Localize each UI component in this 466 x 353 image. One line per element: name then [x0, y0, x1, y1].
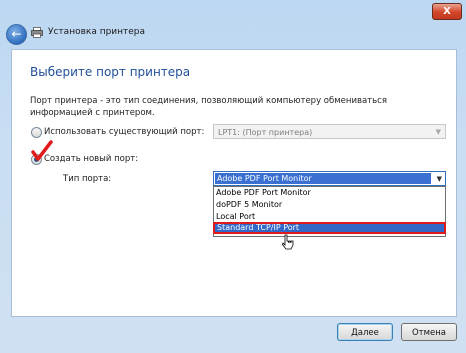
cancel-button[interactable]: Отмена: [401, 323, 457, 341]
chevron-down-icon[interactable]: ▼: [437, 172, 442, 187]
port-type-dropdown: Adobe PDF Port Monitor doPDF 5 Monitor L…: [213, 186, 446, 237]
port-type-combo[interactable]: Adobe PDF Port Monitor ▼: [213, 171, 446, 186]
dropdown-option-adobe[interactable]: Adobe PDF Port Monitor: [214, 187, 445, 199]
red-checkmark-icon: [31, 140, 53, 161]
close-button[interactable]: X: [432, 3, 462, 20]
page-description: Порт принтера - это тип соединения, позв…: [30, 96, 387, 118]
use-existing-port-label: Использовать существующий порт:: [44, 127, 205, 137]
window-title: Установка принтера: [48, 27, 146, 37]
mouse-cursor-icon: [282, 234, 294, 250]
create-new-port-label: Создать новый порт:: [44, 154, 139, 164]
next-button[interactable]: Далее: [337, 323, 393, 341]
port-type-label: Тип порта:: [63, 174, 112, 184]
back-button[interactable]: ←: [6, 24, 27, 45]
use-existing-port-radio[interactable]: [31, 127, 42, 138]
page-heading: Выберите порт принтера: [30, 65, 191, 79]
existing-port-value: LPT1: (Порт принтера): [218, 128, 313, 137]
dropdown-option-tcpip[interactable]: Standard TCP/IP Port: [213, 222, 446, 234]
port-type-value: Adobe PDF Port Monitor: [215, 173, 431, 184]
existing-port-combo: LPT1: (Порт принтера) ▼: [213, 124, 446, 139]
dropdown-option-dopdf[interactable]: doPDF 5 Monitor: [214, 199, 445, 211]
printer-icon: [31, 27, 43, 38]
chevron-down-icon: ▼: [435, 128, 441, 136]
back-arrow-icon: ←: [11, 27, 22, 41]
